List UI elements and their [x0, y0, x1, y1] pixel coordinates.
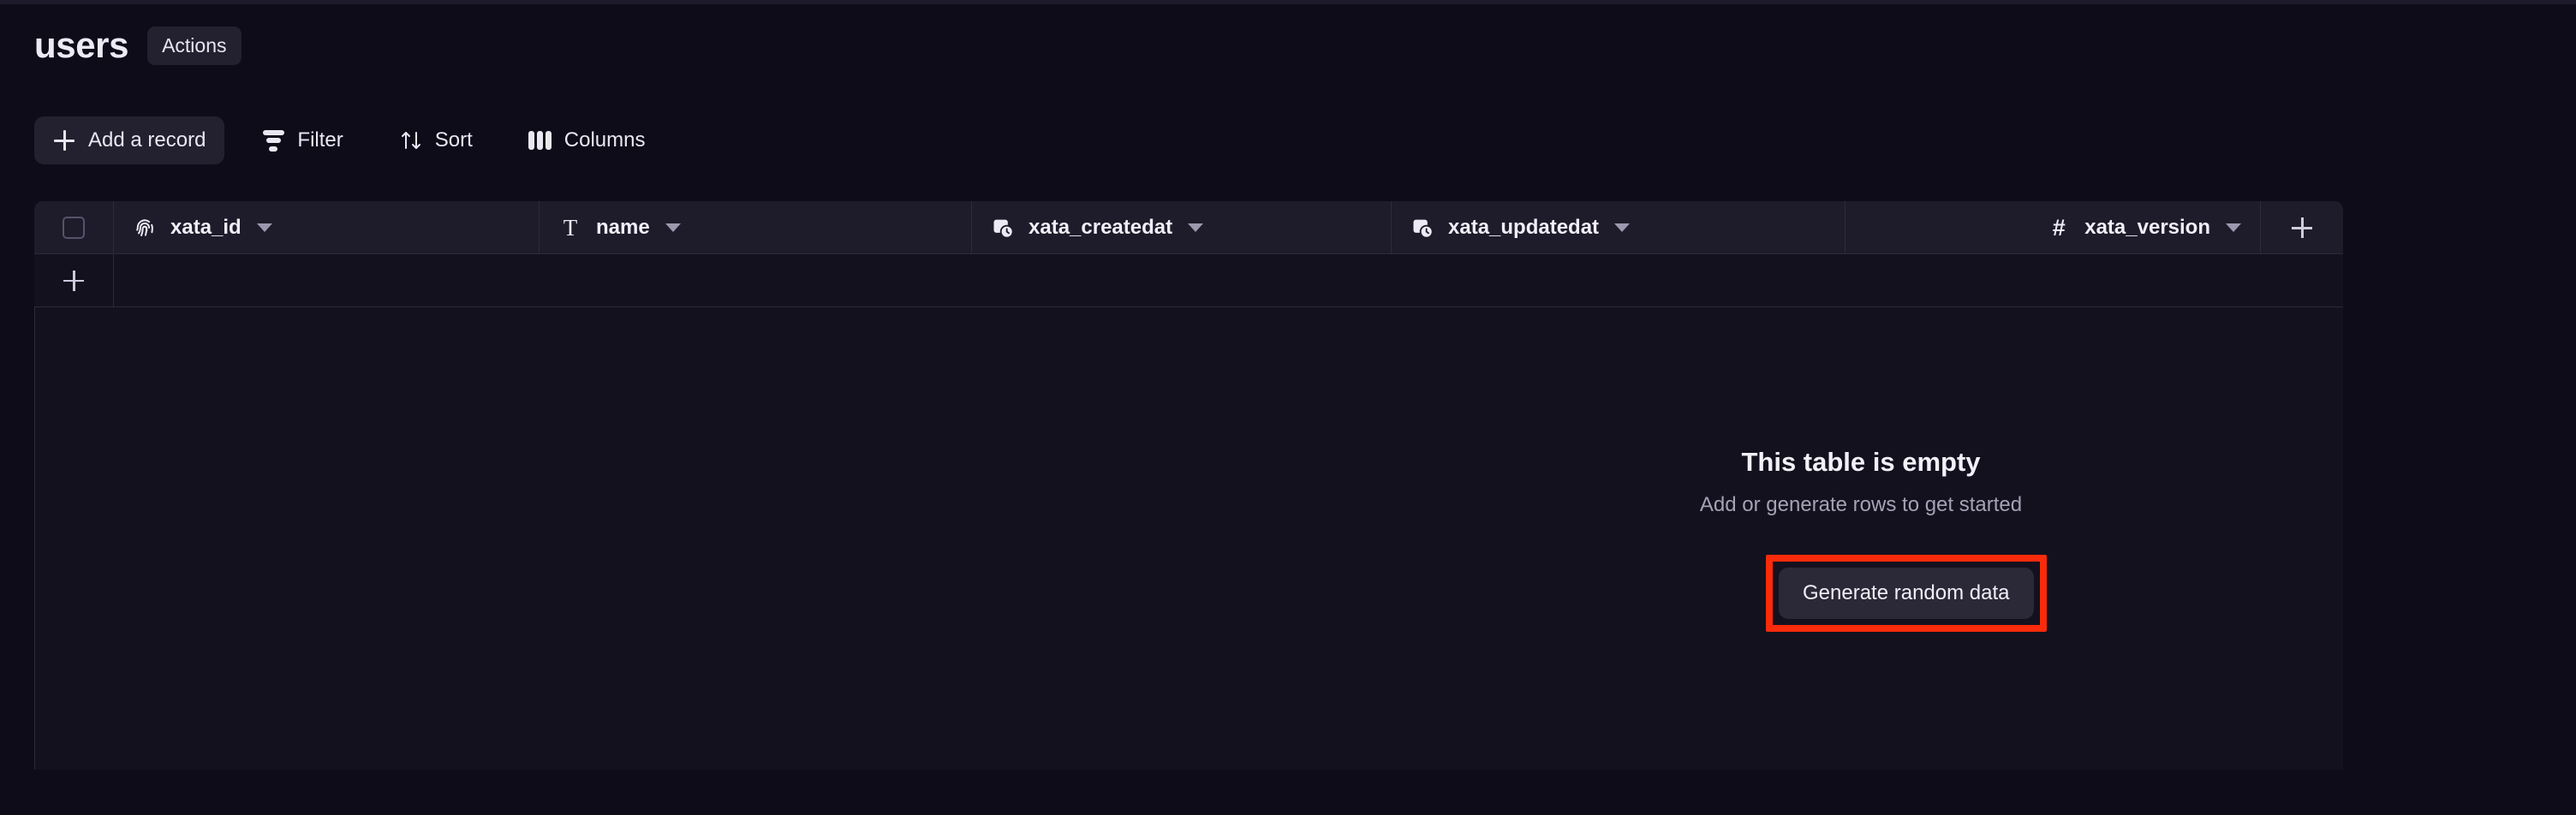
empty-state: This table is empty Add or generate rows…	[1561, 445, 2161, 518]
generate-random-data-wrapper: Generate random data	[1766, 555, 2047, 632]
chevron-down-icon[interactable]	[256, 223, 272, 232]
actions-button[interactable]: Actions	[147, 26, 242, 65]
page-header: users Actions	[34, 26, 242, 65]
add-row-cell[interactable]	[34, 254, 114, 306]
sort-label: Sort	[434, 128, 473, 152]
top-divider	[0, 0, 2576, 4]
calendar-clock-icon	[991, 216, 1015, 240]
table-toolbar: Add a record Filter Sort Columns	[34, 116, 664, 164]
plus-icon	[53, 129, 75, 152]
grid-header-row: xata_id T name xata_createdat xata_updat…	[34, 201, 2343, 254]
select-all-cell	[34, 201, 114, 254]
empty-state-subtitle: Add or generate rows to get started	[1699, 493, 2023, 516]
column-header-xata_version[interactable]: # xata_version	[1846, 201, 2261, 254]
filter-label: Filter	[297, 128, 343, 152]
page-title: users	[34, 25, 129, 65]
add-row-filler	[114, 254, 2343, 306]
chevron-down-icon[interactable]	[1188, 223, 1204, 232]
highlight-annotation: Generate random data	[1766, 555, 2047, 632]
plus-icon[interactable]	[63, 270, 84, 291]
sort-arrows-icon	[400, 129, 422, 152]
app-page: users Actions Add a record Filter Sort C…	[0, 0, 2576, 815]
column-label: xata_createdat	[1029, 216, 1173, 239]
generate-random-data-button[interactable]: Generate random data	[1779, 568, 2034, 619]
column-label: xata_version	[2084, 216, 2210, 239]
column-header-xata_id[interactable]: xata_id	[114, 201, 540, 254]
filter-icon	[262, 129, 284, 152]
chevron-down-icon[interactable]	[1614, 223, 1631, 232]
chevron-down-icon[interactable]	[665, 223, 681, 232]
column-label: xata_updatedat	[1448, 216, 1600, 239]
calendar-clock-icon	[1410, 216, 1434, 240]
fingerprint-icon	[133, 216, 157, 240]
column-label: xata_id	[170, 216, 242, 239]
grid-add-row[interactable]	[34, 254, 2343, 307]
chevron-down-icon[interactable]	[2226, 223, 2241, 232]
plus-icon[interactable]	[2292, 217, 2312, 238]
sort-button[interactable]: Sort	[381, 116, 492, 164]
column-header-xata_createdat[interactable]: xata_createdat	[972, 201, 1392, 254]
text-type-icon: T	[563, 214, 578, 241]
columns-icon	[528, 129, 552, 152]
select-all-checkbox[interactable]	[63, 217, 85, 239]
filter-button[interactable]: Filter	[243, 116, 361, 164]
add-record-label: Add a record	[88, 128, 206, 152]
add-column-cell[interactable]	[2261, 201, 2343, 254]
grid-body	[34, 307, 2343, 770]
columns-button[interactable]: Columns	[510, 116, 665, 164]
hash-icon: #	[2052, 214, 2066, 241]
columns-label: Columns	[564, 128, 646, 152]
column-label: name	[596, 216, 650, 239]
empty-state-title: This table is empty	[1741, 447, 1981, 477]
column-header-xata_updatedat[interactable]: xata_updatedat	[1392, 201, 1846, 254]
column-header-name[interactable]: T name	[540, 201, 972, 254]
add-record-button[interactable]: Add a record	[34, 116, 225, 164]
